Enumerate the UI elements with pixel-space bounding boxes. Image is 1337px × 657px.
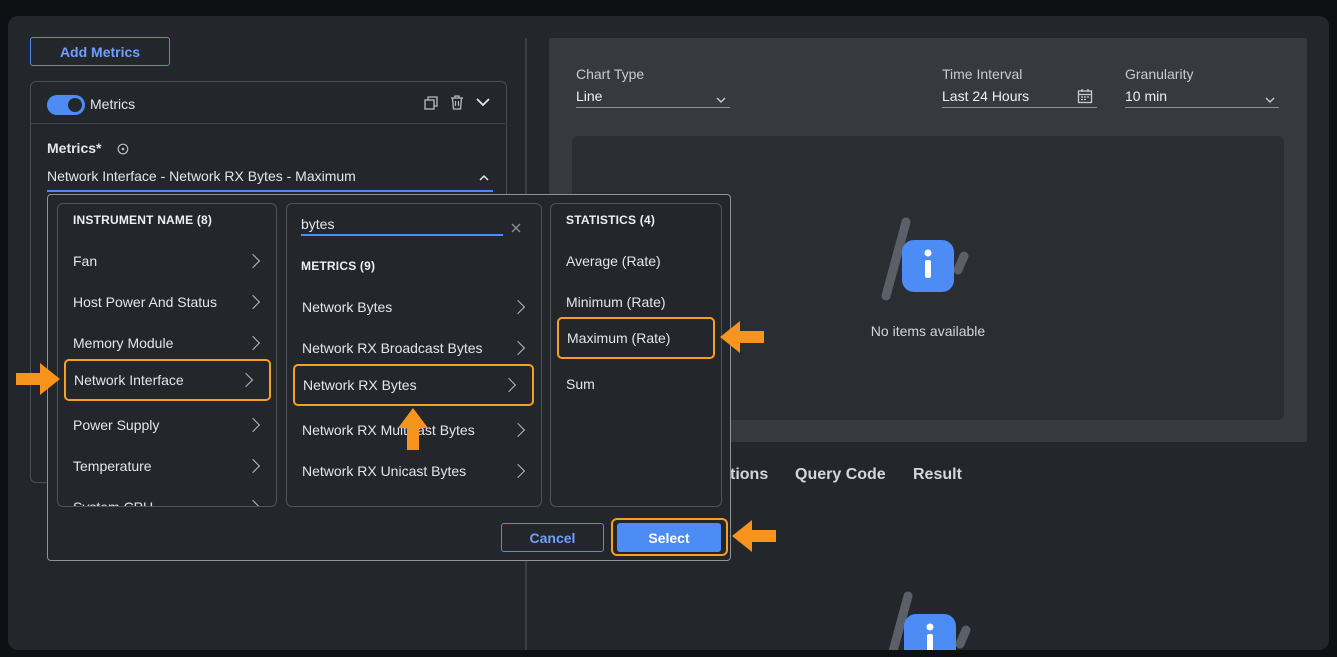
calendar-icon[interactable] [1077, 88, 1093, 109]
arrow-left-icon [720, 321, 764, 358]
info-illustration-icon [880, 590, 972, 650]
trash-icon[interactable] [449, 94, 465, 116]
statistic-item-average[interactable]: Average (Rate) [551, 240, 721, 282]
instrument-item-label: System CPU [73, 499, 154, 507]
granularity-label: Granularity [1125, 66, 1194, 82]
chevron-down-icon[interactable] [475, 94, 491, 115]
statistics-column: STATISTICS (4) Average (Rate) Minimum (R… [550, 203, 722, 507]
instrument-item-label: Host Power And Status [73, 294, 217, 310]
instrument-item-network-interface[interactable]: Network Interface [64, 359, 271, 401]
metric-item-rx-bytes[interactable]: Network RX Bytes [293, 364, 534, 406]
metrics-select[interactable]: Network Interface - Network RX Bytes - M… [47, 168, 493, 192]
metrics-header: METRICS (9) [301, 259, 376, 273]
time-interval-value: Last 24 Hours [942, 88, 1030, 104]
chevron-right-icon [510, 422, 526, 438]
chart-type-label: Chart Type [576, 66, 645, 82]
time-interval-select[interactable]: Last 24 Hours [942, 88, 1097, 108]
metrics-toggle-label: Metrics [90, 96, 136, 112]
instrument-column: INSTRUMENT NAME (8) Fan Host Power And S… [57, 203, 277, 507]
instrument-item-label: Network Interface [74, 372, 184, 388]
info-illustration-icon [878, 216, 970, 307]
metric-item-label: Network Bytes [302, 299, 393, 315]
instrument-item-temperature[interactable]: Temperature [58, 445, 276, 487]
statistics-header: STATISTICS (4) [566, 213, 656, 227]
app-window: Add Metrics Metrics Metrics* Network Int… [8, 16, 1329, 650]
chevron-right-icon [245, 253, 261, 269]
chevron-right-icon [510, 463, 526, 479]
metric-search-input[interactable]: bytes [301, 216, 503, 236]
copy-icon[interactable] [423, 95, 439, 116]
chevron-right-icon [245, 417, 261, 433]
metric-picker-popover: INSTRUMENT NAME (8) Fan Host Power And S… [47, 194, 731, 561]
metric-item-rx-broadcast[interactable]: Network RX Broadcast Bytes [287, 327, 541, 369]
instrument-item-label: Temperature [73, 458, 152, 474]
instrument-item-label: Power Supply [73, 417, 160, 433]
chevron-right-icon [510, 299, 526, 315]
instrument-item-label: Fan [73, 253, 98, 269]
cancel-button[interactable]: Cancel [501, 523, 604, 552]
metric-item-label: Network RX Multicast Bytes [302, 422, 475, 438]
chevron-down-icon [1265, 91, 1275, 109]
chevron-right-icon [510, 340, 526, 356]
chevron-up-icon [479, 170, 489, 188]
instrument-item-host-power[interactable]: Host Power And Status [58, 281, 276, 323]
chevron-right-icon [245, 458, 261, 474]
chart-type-value: Line [576, 88, 603, 104]
metrics-column: bytes METRICS (9) Network Bytes Network … [286, 203, 542, 507]
chart-type-select[interactable]: Line [576, 88, 730, 108]
metric-item-rx-unicast[interactable]: Network RX Unicast Bytes [287, 450, 541, 492]
statistic-item-label: Maximum (Rate) [567, 330, 671, 346]
metric-item-label: Network RX Bytes [303, 377, 417, 393]
chevron-right-icon [245, 294, 261, 310]
chevron-down-icon [716, 91, 726, 109]
select-button[interactable]: Select [617, 523, 721, 552]
statistic-item-label: Average (Rate) [566, 253, 661, 269]
instrument-item-fan[interactable]: Fan [58, 240, 276, 282]
granularity-value: 10 min [1125, 88, 1168, 104]
chevron-right-icon [501, 377, 517, 393]
metric-item-network-bytes[interactable]: Network Bytes [287, 286, 541, 328]
arrow-right-icon [16, 363, 60, 400]
arrow-up-icon [398, 408, 428, 455]
tab-result[interactable]: Result [913, 466, 962, 484]
clear-search-icon[interactable] [511, 220, 521, 238]
metric-item-label: Network RX Unicast Bytes [302, 463, 467, 479]
panel-divider [31, 123, 505, 124]
instrument-header: INSTRUMENT NAME (8) [73, 213, 213, 227]
info-icon [117, 142, 129, 160]
metrics-field-label: Metrics* [47, 140, 102, 156]
add-metrics-button[interactable]: Add Metrics [30, 37, 170, 66]
instrument-item-memory-module[interactable]: Memory Module [58, 322, 276, 364]
instrument-item-power-supply[interactable]: Power Supply [58, 404, 276, 446]
statistic-item-sum[interactable]: Sum [551, 363, 721, 405]
granularity-select[interactable]: 10 min [1125, 88, 1279, 108]
statistic-item-maximum[interactable]: Maximum (Rate) [557, 317, 715, 359]
tab-query-code[interactable]: Query Code [795, 466, 886, 484]
instrument-item-label: Memory Module [73, 335, 174, 351]
metrics-toggle[interactable] [47, 95, 85, 115]
instrument-item-system-cpu[interactable]: System CPU [58, 486, 276, 507]
time-interval-label: Time Interval [942, 66, 1023, 82]
chevron-right-icon [238, 372, 254, 388]
arrow-left-icon [732, 520, 776, 557]
metric-item-label: Network RX Broadcast Bytes [302, 340, 483, 356]
chevron-right-icon [245, 499, 261, 506]
statistic-item-label: Minimum (Rate) [566, 294, 666, 310]
chevron-right-icon [245, 335, 261, 351]
metrics-select-value: Network Interface - Network RX Bytes - M… [47, 168, 356, 184]
metric-search-value: bytes [301, 216, 335, 232]
statistic-item-label: Sum [566, 376, 595, 392]
tab-options[interactable]: tions [730, 466, 768, 484]
